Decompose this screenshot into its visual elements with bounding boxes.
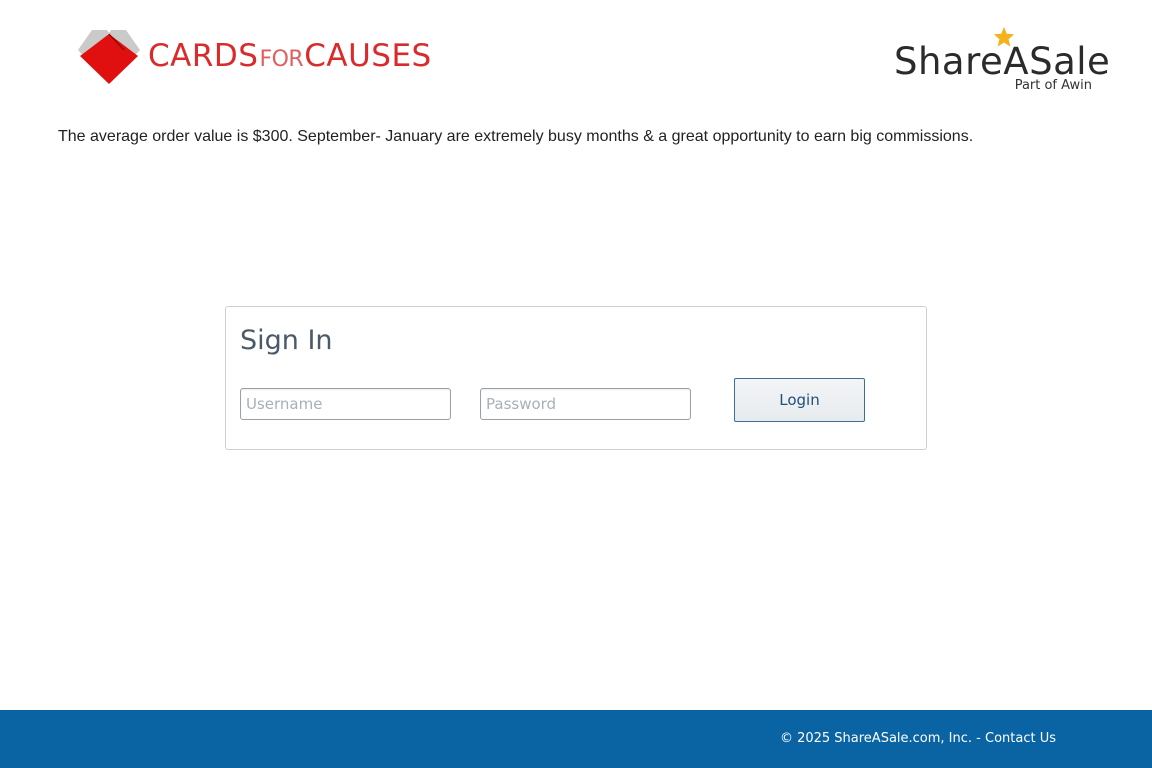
username-input[interactable] xyxy=(240,388,451,420)
sharesale-tagline: Part of Awin xyxy=(1014,78,1092,93)
page: CARDS FOR CAUSES ShareASale Part of Awin T… xyxy=(0,0,1152,768)
sharesale-wordmark: ShareASale xyxy=(894,40,1111,83)
footer: © 2025 ShareASale.com, Inc. - Contact Us xyxy=(0,710,1152,768)
signin-title: Sign In xyxy=(240,325,333,356)
merchant-wordmark: CARDS FOR CAUSES xyxy=(148,38,432,74)
merchant-logo: CARDS FOR CAUSES xyxy=(76,24,432,88)
footer-text: © 2025 ShareASale.com, Inc. - Contact Us xyxy=(780,731,1056,746)
password-input[interactable] xyxy=(480,388,691,420)
promo-text: The average order value is $300. Septemb… xyxy=(58,128,974,145)
signin-panel: Sign In Login xyxy=(225,306,927,450)
sharesale-logo: ShareASale Part of Awin xyxy=(894,26,1110,96)
merchant-name-for: FOR xyxy=(259,47,304,72)
login-button[interactable]: Login xyxy=(734,378,865,422)
contact-us-link[interactable]: Contact Us xyxy=(985,731,1056,746)
merchant-name-cards: CARDS xyxy=(148,38,259,74)
merchant-name-causes: CAUSES xyxy=(304,38,432,74)
footer-copyright: © 2025 ShareASale.com, Inc. - xyxy=(779,731,985,746)
heart-diamond-icon xyxy=(78,30,140,84)
